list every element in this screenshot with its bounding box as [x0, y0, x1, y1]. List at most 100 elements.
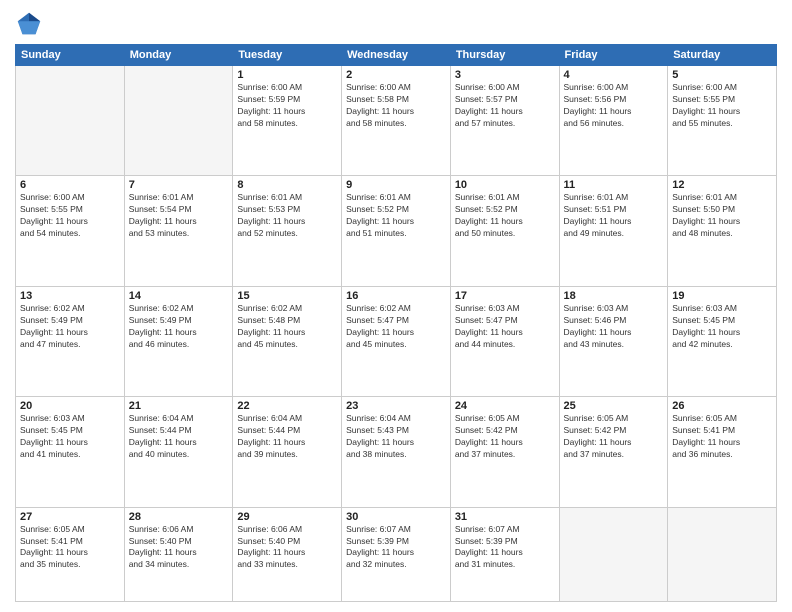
- page: SundayMondayTuesdayWednesdayThursdayFrid…: [0, 0, 792, 612]
- calendar-cell: 3Sunrise: 6:00 AM Sunset: 5:57 PM Daylig…: [450, 66, 559, 176]
- day-info: Sunrise: 6:00 AM Sunset: 5:59 PM Dayligh…: [237, 82, 337, 130]
- day-info: Sunrise: 6:00 AM Sunset: 5:56 PM Dayligh…: [564, 82, 664, 130]
- calendar-cell: 18Sunrise: 6:03 AM Sunset: 5:46 PM Dayli…: [559, 286, 668, 396]
- day-number: 30: [346, 511, 446, 523]
- calendar-cell: [559, 507, 668, 601]
- day-info: Sunrise: 6:06 AM Sunset: 5:40 PM Dayligh…: [237, 524, 337, 572]
- day-number: 15: [237, 290, 337, 302]
- day-number: 7: [129, 179, 229, 191]
- calendar-cell: 9Sunrise: 6:01 AM Sunset: 5:52 PM Daylig…: [342, 176, 451, 286]
- day-info: Sunrise: 6:03 AM Sunset: 5:46 PM Dayligh…: [564, 303, 664, 351]
- day-info: Sunrise: 6:00 AM Sunset: 5:57 PM Dayligh…: [455, 82, 555, 130]
- day-number: 6: [20, 179, 120, 191]
- day-info: Sunrise: 6:06 AM Sunset: 5:40 PM Dayligh…: [129, 524, 229, 572]
- calendar-cell: 29Sunrise: 6:06 AM Sunset: 5:40 PM Dayli…: [233, 507, 342, 601]
- day-info: Sunrise: 6:02 AM Sunset: 5:49 PM Dayligh…: [129, 303, 229, 351]
- day-number: 29: [237, 511, 337, 523]
- col-header-thursday: Thursday: [450, 45, 559, 66]
- day-info: Sunrise: 6:03 AM Sunset: 5:45 PM Dayligh…: [20, 413, 120, 461]
- day-info: Sunrise: 6:07 AM Sunset: 5:39 PM Dayligh…: [455, 524, 555, 572]
- day-info: Sunrise: 6:01 AM Sunset: 5:53 PM Dayligh…: [237, 192, 337, 240]
- day-number: 8: [237, 179, 337, 191]
- calendar-cell: 11Sunrise: 6:01 AM Sunset: 5:51 PM Dayli…: [559, 176, 668, 286]
- day-info: Sunrise: 6:00 AM Sunset: 5:55 PM Dayligh…: [672, 82, 772, 130]
- day-number: 23: [346, 400, 446, 412]
- day-number: 21: [129, 400, 229, 412]
- calendar-cell: 21Sunrise: 6:04 AM Sunset: 5:44 PM Dayli…: [124, 397, 233, 507]
- col-header-tuesday: Tuesday: [233, 45, 342, 66]
- calendar-week-0: 1Sunrise: 6:00 AM Sunset: 5:59 PM Daylig…: [16, 66, 777, 176]
- calendar-week-3: 20Sunrise: 6:03 AM Sunset: 5:45 PM Dayli…: [16, 397, 777, 507]
- day-number: 3: [455, 69, 555, 81]
- day-number: 19: [672, 290, 772, 302]
- day-number: 11: [564, 179, 664, 191]
- calendar-cell: [668, 507, 777, 601]
- calendar-cell: [124, 66, 233, 176]
- day-info: Sunrise: 6:01 AM Sunset: 5:51 PM Dayligh…: [564, 192, 664, 240]
- calendar-cell: 6Sunrise: 6:00 AM Sunset: 5:55 PM Daylig…: [16, 176, 125, 286]
- day-number: 20: [20, 400, 120, 412]
- col-header-monday: Monday: [124, 45, 233, 66]
- calendar-cell: [16, 66, 125, 176]
- day-number: 16: [346, 290, 446, 302]
- calendar-cell: 19Sunrise: 6:03 AM Sunset: 5:45 PM Dayli…: [668, 286, 777, 396]
- col-header-wednesday: Wednesday: [342, 45, 451, 66]
- calendar-week-4: 27Sunrise: 6:05 AM Sunset: 5:41 PM Dayli…: [16, 507, 777, 601]
- day-number: 12: [672, 179, 772, 191]
- calendar-cell: 20Sunrise: 6:03 AM Sunset: 5:45 PM Dayli…: [16, 397, 125, 507]
- day-number: 18: [564, 290, 664, 302]
- calendar-cell: 14Sunrise: 6:02 AM Sunset: 5:49 PM Dayli…: [124, 286, 233, 396]
- calendar-cell: 27Sunrise: 6:05 AM Sunset: 5:41 PM Dayli…: [16, 507, 125, 601]
- calendar-header-row: SundayMondayTuesdayWednesdayThursdayFrid…: [16, 45, 777, 66]
- day-info: Sunrise: 6:05 AM Sunset: 5:41 PM Dayligh…: [672, 413, 772, 461]
- calendar-cell: 26Sunrise: 6:05 AM Sunset: 5:41 PM Dayli…: [668, 397, 777, 507]
- day-number: 13: [20, 290, 120, 302]
- col-header-saturday: Saturday: [668, 45, 777, 66]
- col-header-sunday: Sunday: [16, 45, 125, 66]
- day-info: Sunrise: 6:04 AM Sunset: 5:43 PM Dayligh…: [346, 413, 446, 461]
- calendar-cell: 8Sunrise: 6:01 AM Sunset: 5:53 PM Daylig…: [233, 176, 342, 286]
- day-info: Sunrise: 6:02 AM Sunset: 5:48 PM Dayligh…: [237, 303, 337, 351]
- day-number: 28: [129, 511, 229, 523]
- day-number: 1: [237, 69, 337, 81]
- calendar-cell: 4Sunrise: 6:00 AM Sunset: 5:56 PM Daylig…: [559, 66, 668, 176]
- calendar-cell: 23Sunrise: 6:04 AM Sunset: 5:43 PM Dayli…: [342, 397, 451, 507]
- calendar-week-1: 6Sunrise: 6:00 AM Sunset: 5:55 PM Daylig…: [16, 176, 777, 286]
- calendar-cell: 16Sunrise: 6:02 AM Sunset: 5:47 PM Dayli…: [342, 286, 451, 396]
- day-info: Sunrise: 6:01 AM Sunset: 5:54 PM Dayligh…: [129, 192, 229, 240]
- day-number: 4: [564, 69, 664, 81]
- day-info: Sunrise: 6:01 AM Sunset: 5:52 PM Dayligh…: [346, 192, 446, 240]
- day-number: 9: [346, 179, 446, 191]
- calendar-cell: 17Sunrise: 6:03 AM Sunset: 5:47 PM Dayli…: [450, 286, 559, 396]
- calendar-cell: 22Sunrise: 6:04 AM Sunset: 5:44 PM Dayli…: [233, 397, 342, 507]
- calendar-cell: 31Sunrise: 6:07 AM Sunset: 5:39 PM Dayli…: [450, 507, 559, 601]
- calendar-cell: 1Sunrise: 6:00 AM Sunset: 5:59 PM Daylig…: [233, 66, 342, 176]
- col-header-friday: Friday: [559, 45, 668, 66]
- day-info: Sunrise: 6:05 AM Sunset: 5:42 PM Dayligh…: [455, 413, 555, 461]
- day-info: Sunrise: 6:02 AM Sunset: 5:49 PM Dayligh…: [20, 303, 120, 351]
- calendar-cell: 2Sunrise: 6:00 AM Sunset: 5:58 PM Daylig…: [342, 66, 451, 176]
- day-number: 5: [672, 69, 772, 81]
- calendar-table: SundayMondayTuesdayWednesdayThursdayFrid…: [15, 44, 777, 602]
- calendar-cell: 24Sunrise: 6:05 AM Sunset: 5:42 PM Dayli…: [450, 397, 559, 507]
- day-info: Sunrise: 6:04 AM Sunset: 5:44 PM Dayligh…: [237, 413, 337, 461]
- day-info: Sunrise: 6:03 AM Sunset: 5:47 PM Dayligh…: [455, 303, 555, 351]
- calendar-cell: 28Sunrise: 6:06 AM Sunset: 5:40 PM Dayli…: [124, 507, 233, 601]
- day-info: Sunrise: 6:01 AM Sunset: 5:50 PM Dayligh…: [672, 192, 772, 240]
- day-info: Sunrise: 6:00 AM Sunset: 5:58 PM Dayligh…: [346, 82, 446, 130]
- calendar-cell: 15Sunrise: 6:02 AM Sunset: 5:48 PM Dayli…: [233, 286, 342, 396]
- calendar-cell: 25Sunrise: 6:05 AM Sunset: 5:42 PM Dayli…: [559, 397, 668, 507]
- day-number: 31: [455, 511, 555, 523]
- day-info: Sunrise: 6:03 AM Sunset: 5:45 PM Dayligh…: [672, 303, 772, 351]
- logo-icon: [15, 10, 43, 38]
- calendar-cell: 5Sunrise: 6:00 AM Sunset: 5:55 PM Daylig…: [668, 66, 777, 176]
- day-info: Sunrise: 6:05 AM Sunset: 5:42 PM Dayligh…: [564, 413, 664, 461]
- header: [15, 10, 777, 38]
- day-number: 25: [564, 400, 664, 412]
- day-info: Sunrise: 6:05 AM Sunset: 5:41 PM Dayligh…: [20, 524, 120, 572]
- day-info: Sunrise: 6:00 AM Sunset: 5:55 PM Dayligh…: [20, 192, 120, 240]
- calendar-week-2: 13Sunrise: 6:02 AM Sunset: 5:49 PM Dayli…: [16, 286, 777, 396]
- day-info: Sunrise: 6:04 AM Sunset: 5:44 PM Dayligh…: [129, 413, 229, 461]
- day-number: 26: [672, 400, 772, 412]
- day-number: 22: [237, 400, 337, 412]
